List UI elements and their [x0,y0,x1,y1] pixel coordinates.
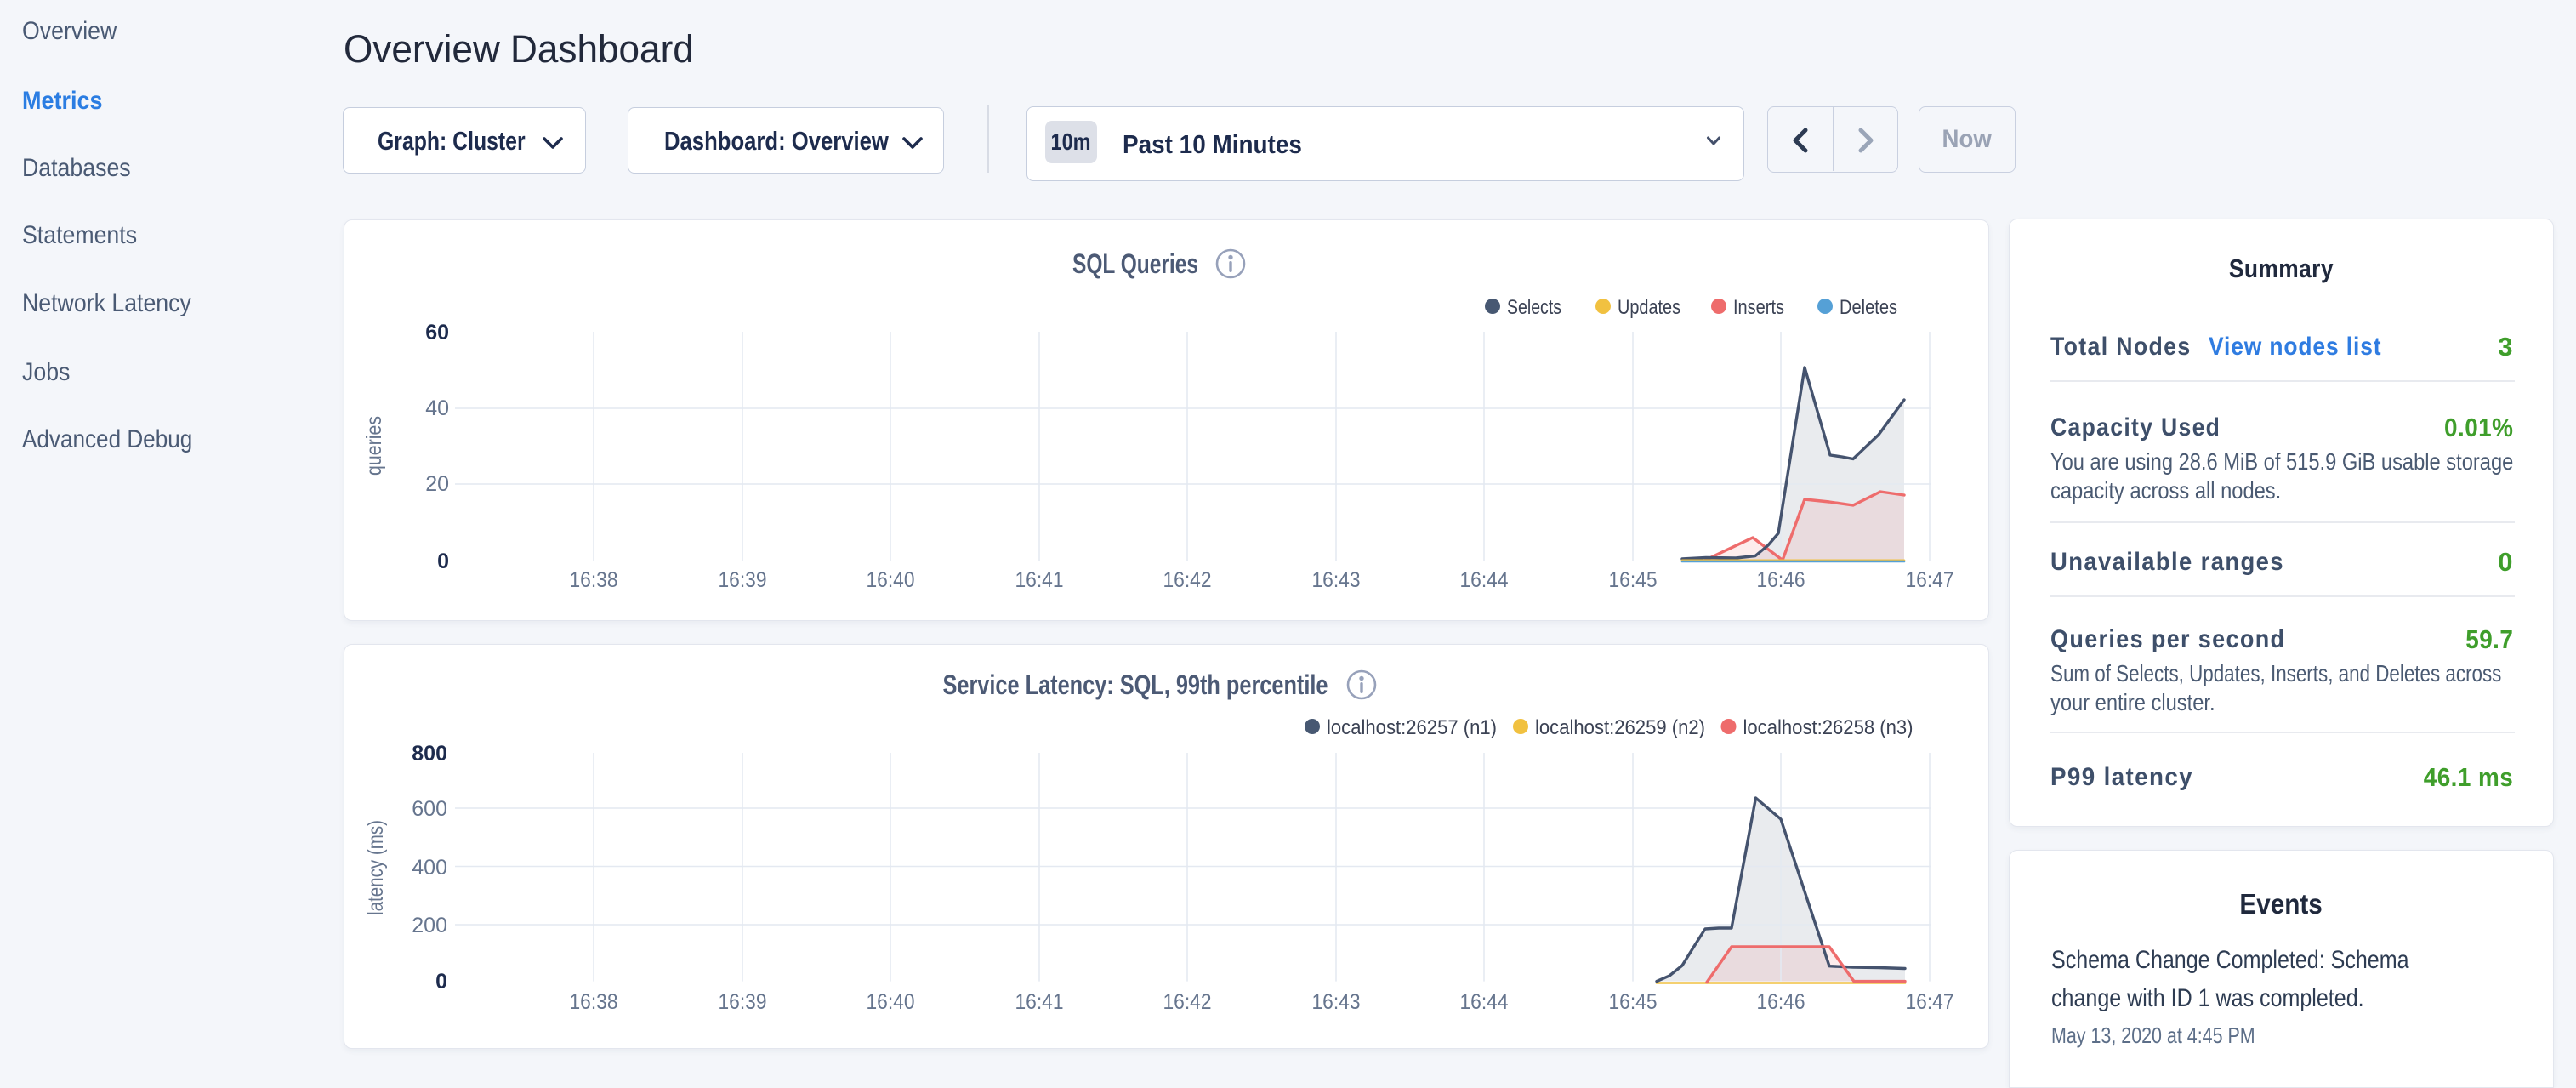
svg-text:20: 20 [425,472,449,496]
svg-text:Deletes: Deletes [1840,296,1897,319]
svg-text:16:43: 16:43 [1312,568,1361,592]
svg-text:200: 200 [412,914,447,937]
svg-text:0: 0 [437,550,449,573]
svg-text:latency (ms): latency (ms) [364,820,388,915]
svg-text:400: 400 [412,856,447,880]
svg-text:16:43: 16:43 [1312,990,1361,1014]
svg-text:16:40: 16:40 [867,990,915,1014]
svg-text:localhost:26258 (n3): localhost:26258 (n3) [1743,716,1914,739]
svg-text:Selects: Selects [1507,296,1561,319]
svg-text:40: 40 [425,396,449,420]
svg-text:16:41: 16:41 [1015,568,1064,592]
svg-text:16:46: 16:46 [1757,568,1805,592]
svg-text:16:42: 16:42 [1163,568,1212,592]
svg-text:Inserts: Inserts [1733,296,1784,319]
svg-text:800: 800 [412,742,447,766]
svg-text:16:39: 16:39 [719,568,767,592]
svg-text:16:47: 16:47 [1906,568,1954,592]
svg-text:16:44: 16:44 [1460,568,1509,592]
svg-text:16:38: 16:38 [570,568,618,592]
svg-text:0: 0 [435,970,447,994]
svg-text:16:42: 16:42 [1163,990,1212,1014]
svg-text:localhost:26259 (n2): localhost:26259 (n2) [1535,716,1705,739]
svg-text:600: 600 [412,797,447,821]
svg-text:queries: queries [362,416,386,476]
svg-text:16:44: 16:44 [1460,990,1509,1014]
svg-text:16:41: 16:41 [1015,990,1064,1014]
svg-text:16:45: 16:45 [1609,568,1658,592]
svg-text:16:38: 16:38 [570,990,618,1014]
svg-text:Service Latency: SQL, 99th per: Service Latency: SQL, 99th percentile [943,669,1328,700]
svg-text:16:39: 16:39 [719,990,767,1014]
svg-text:localhost:26257 (n1): localhost:26257 (n1) [1327,716,1497,739]
svg-text:16:47: 16:47 [1906,990,1954,1014]
svg-text:SQL Queries: SQL Queries [1072,248,1198,279]
svg-text:16:40: 16:40 [867,568,915,592]
svg-text:Updates: Updates [1618,296,1680,319]
svg-text:16:45: 16:45 [1609,990,1658,1014]
svg-text:16:46: 16:46 [1757,990,1805,1014]
svg-text:60: 60 [425,321,449,345]
